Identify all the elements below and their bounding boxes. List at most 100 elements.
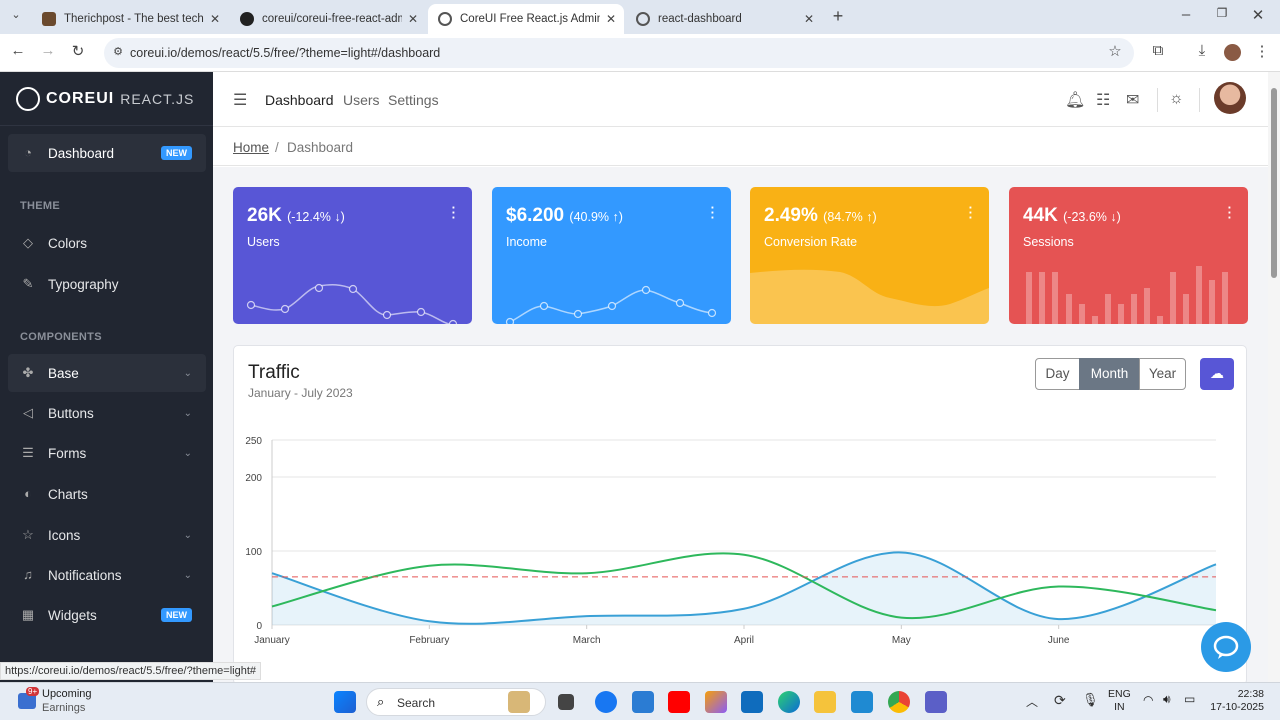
facebook-icon[interactable] bbox=[595, 691, 617, 713]
sidebar-item-forms[interactable]: ☰ Forms ⌄ bbox=[8, 434, 206, 472]
maximize-icon[interactable]: ❐ bbox=[1212, 6, 1232, 20]
download-icon[interactable]: ⤓ bbox=[1192, 42, 1212, 59]
sync-icon[interactable]: ⟳ bbox=[1054, 692, 1076, 714]
language-indicator[interactable]: ENG IN bbox=[1108, 688, 1131, 714]
period-day-button[interactable]: Day bbox=[1035, 358, 1080, 390]
chevron-up-icon[interactable]: ︿ bbox=[1026, 693, 1048, 715]
sidebar-item-icons[interactable]: ☆ Icons ⌄ bbox=[8, 516, 206, 554]
weather-widget[interactable]: 9+ Upcoming Earnings bbox=[16, 687, 126, 717]
more-vertical-icon[interactable]: · · · bbox=[452, 201, 456, 224]
breadcrumb-home-link[interactable]: Home bbox=[233, 140, 269, 155]
header-link-settings[interactable]: Settings bbox=[388, 92, 439, 108]
hamburger-menu-icon[interactable]: ☰ bbox=[233, 90, 247, 110]
bookmark-star-icon[interactable]: ☆ bbox=[1105, 42, 1125, 60]
sidebar: COREUI REACT.JS ◔ Dashboard NEW THEME ◇ … bbox=[0, 72, 213, 682]
sidebar-item-buttons[interactable]: ◁ Buttons ⌄ bbox=[8, 394, 206, 432]
chrome-icon[interactable] bbox=[888, 691, 910, 713]
brand-logo[interactable]: COREUI REACT.JS bbox=[0, 72, 213, 126]
vscode-icon[interactable] bbox=[851, 691, 873, 713]
minimize-icon[interactable]: – bbox=[1176, 6, 1196, 23]
windows-start-icon[interactable] bbox=[334, 691, 356, 713]
sidebar-item-widgets[interactable]: ▦ Widgets NEW bbox=[8, 596, 206, 634]
y-tick-label: 250 bbox=[245, 436, 262, 447]
profile-avatar[interactable] bbox=[1224, 44, 1241, 61]
sidebar-item-dashboard[interactable]: ◔ Dashboard NEW bbox=[8, 134, 206, 172]
browser-tab[interactable]: react-dashboard ✕ bbox=[626, 4, 822, 34]
chevron-down-icon: ⌄ bbox=[183, 407, 192, 419]
close-tab-icon[interactable]: ✕ bbox=[408, 12, 418, 26]
teams-icon[interactable] bbox=[925, 691, 947, 713]
x-tick-label: February bbox=[409, 635, 449, 646]
sidebar-item-label: Typography bbox=[48, 276, 119, 292]
task-view-icon[interactable] bbox=[558, 694, 574, 710]
copilot-icon[interactable] bbox=[705, 691, 727, 713]
close-tab-icon[interactable]: ✕ bbox=[210, 12, 220, 26]
wifi-icon[interactable]: ◠ bbox=[1143, 693, 1165, 715]
forward-icon[interactable]: → bbox=[38, 42, 58, 59]
chevron-down-icon: ⌄ bbox=[183, 529, 192, 541]
browser-tab[interactable]: Therichpost - The best tech and ✕ bbox=[32, 4, 228, 34]
x-tick-label: June bbox=[1048, 635, 1070, 646]
widget-change: (84.7% ↑) bbox=[823, 210, 877, 224]
outlook-icon[interactable] bbox=[741, 691, 763, 713]
bell-icon: ♫ bbox=[23, 567, 33, 582]
widget-value: $6.200 (40.9% ↑) bbox=[506, 205, 623, 226]
tab-title: CoreUI Free React.js Admin Ten bbox=[460, 13, 600, 25]
list-icon[interactable]: ☷ bbox=[1096, 90, 1110, 110]
volume-icon[interactable]: 🔊︎ bbox=[1163, 692, 1185, 714]
header-link-dashboard[interactable]: Dashboard bbox=[265, 92, 334, 108]
youtube-icon[interactable] bbox=[668, 691, 690, 713]
site-info-icon[interactable]: ⚙ bbox=[108, 45, 128, 58]
clock[interactable]: 22:38 17-10-2025 bbox=[1206, 688, 1264, 714]
folder-icon[interactable] bbox=[814, 691, 836, 713]
more-vertical-icon[interactable]: · · · bbox=[1228, 201, 1232, 224]
period-year-button[interactable]: Year bbox=[1139, 358, 1186, 390]
period-month-button[interactable]: Month bbox=[1079, 358, 1140, 390]
clock-time: 22:38 bbox=[1237, 688, 1264, 700]
cursor-icon: ◁ bbox=[23, 405, 33, 420]
main-content: 26K (-12.4% ↓) Users · · · $6.200 (40.9% ↑… bbox=[213, 167, 1268, 685]
store-icon[interactable] bbox=[632, 691, 654, 713]
sidebar-item-base[interactable]: ✤ Base ⌄ bbox=[8, 354, 206, 392]
close-tab-icon[interactable]: ✕ bbox=[804, 12, 814, 26]
back-icon[interactable]: ← bbox=[8, 42, 28, 59]
menu-kebab-icon[interactable]: ⋮ bbox=[1252, 42, 1272, 60]
avatar[interactable] bbox=[1214, 82, 1246, 114]
sidebar-item-notifications[interactable]: ♫ Notifications ⌄ bbox=[8, 556, 206, 594]
widget-bar-chart bbox=[1026, 266, 1228, 324]
bell-icon[interactable]: 🔔︎ bbox=[1065, 90, 1085, 110]
scrollbar-thumb[interactable] bbox=[1271, 88, 1277, 278]
close-tab-icon[interactable]: ✕ bbox=[606, 12, 616, 26]
header-link-users[interactable]: Users bbox=[343, 92, 380, 108]
breadcrumb: Home / Dashboard bbox=[213, 128, 1268, 166]
page-scrollbar[interactable] bbox=[1268, 72, 1280, 682]
top-header: ☰ Dashboard Users Settings 🔔︎ ☷ ✉ ☼ bbox=[213, 72, 1268, 127]
breadcrumb-separator: / bbox=[275, 140, 279, 155]
star-icon: ☆ bbox=[22, 527, 34, 542]
new-tab-icon[interactable]: + bbox=[828, 6, 848, 27]
sidebar-item-colors[interactable]: ◇ Colors bbox=[8, 224, 206, 262]
x-tick-label: March bbox=[573, 635, 601, 646]
github-icon bbox=[240, 12, 254, 26]
extensions-icon[interactable]: ⧉ bbox=[1148, 42, 1168, 59]
close-window-icon[interactable]: ✕ bbox=[1248, 6, 1268, 24]
help-chat-button[interactable] bbox=[1201, 622, 1251, 672]
tab-list-chevron-icon[interactable]: ⌄ bbox=[6, 8, 26, 21]
battery-icon[interactable]: ▭ bbox=[1184, 692, 1206, 714]
file-explorer-widget-icon[interactable] bbox=[508, 691, 530, 713]
browser-tab-active[interactable]: CoreUI Free React.js Admin Ten ✕ bbox=[428, 4, 624, 34]
microphone-icon[interactable]: 🎙︎ bbox=[1082, 692, 1104, 714]
edge-icon[interactable] bbox=[778, 691, 800, 713]
sidebar-item-charts[interactable]: ◐ Charts bbox=[8, 475, 206, 513]
envelope-icon[interactable]: ✉ bbox=[1126, 90, 1139, 110]
download-button[interactable]: ☁ bbox=[1200, 358, 1234, 390]
more-vertical-icon[interactable]: · · · bbox=[711, 201, 715, 224]
sidebar-item-typography[interactable]: ✎ Typography bbox=[8, 265, 206, 303]
more-vertical-icon[interactable]: · · · bbox=[969, 201, 973, 224]
reload-icon[interactable]: ↻ bbox=[68, 42, 88, 60]
url-input[interactable]: coreui.io/demos/react/5.5/free/?theme=li… bbox=[104, 38, 1134, 68]
sun-icon[interactable]: ☼ bbox=[1169, 90, 1184, 108]
browser-tab[interactable]: coreui/coreui-free-react-admin ✕ bbox=[230, 4, 426, 34]
site-favicon-icon bbox=[42, 12, 56, 26]
widget-label: Conversion Rate bbox=[764, 235, 858, 249]
